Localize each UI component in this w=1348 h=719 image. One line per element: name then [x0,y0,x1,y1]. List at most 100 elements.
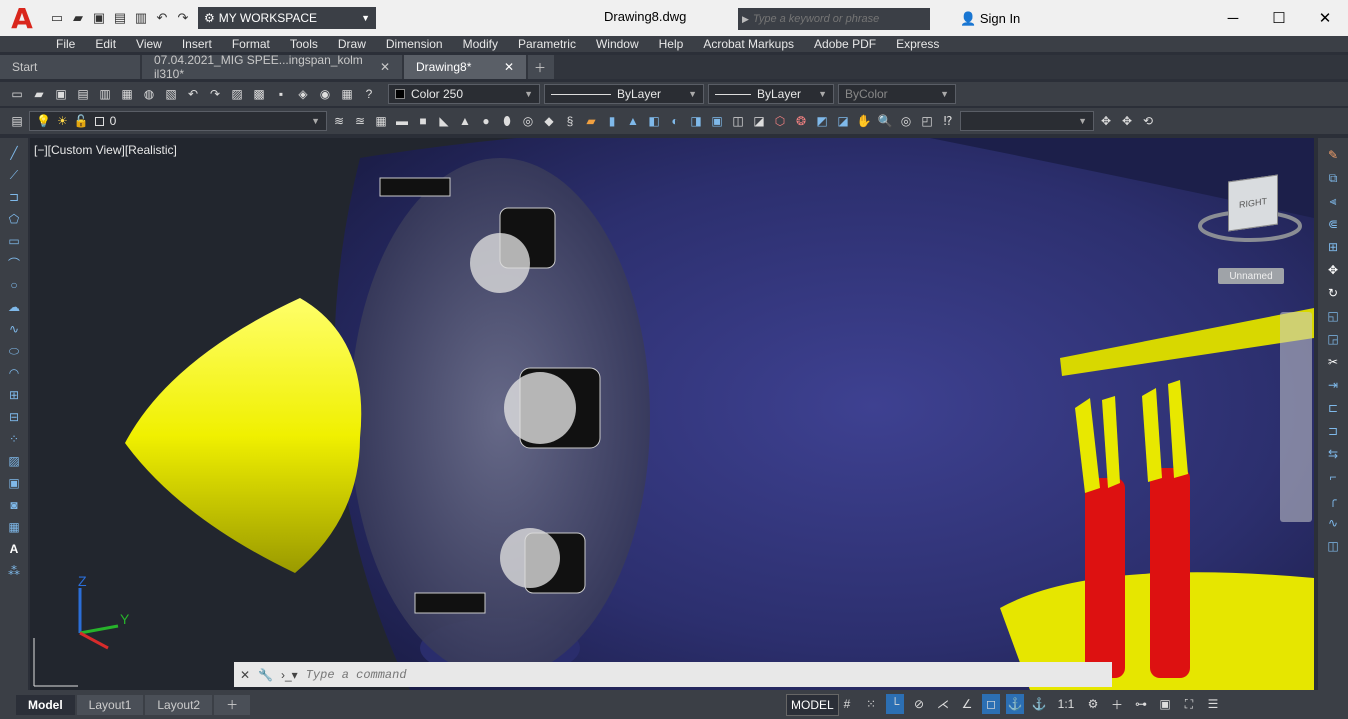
menu-parametric[interactable]: Parametric [518,37,576,51]
customize-menu-icon[interactable]: ☰ [1204,694,1222,714]
gradient-icon[interactable]: ▣ [5,474,23,492]
object-snap-icon[interactable]: ◻ [982,694,1000,714]
close-icon[interactable]: ✕ [380,60,390,74]
calculator-icon[interactable]: ▦ [338,85,356,103]
tab-layout1[interactable]: Layout1 [76,694,144,715]
minimize-icon[interactable]: ─ [1210,0,1256,36]
layer-dropdown[interactable]: 💡 ☀ 🔓 0 ▼ [29,111,327,131]
polyline-icon[interactable]: ⊐ [5,188,23,206]
revolve-icon[interactable]: ◐ [666,112,684,130]
ucs-menu[interactable]: Unnamed [1218,268,1284,284]
insert-block-icon[interactable]: ⊞ [5,386,23,404]
zoom-icon[interactable]: 🔍 [876,112,894,130]
offset-icon[interactable]: ⋐ [1324,215,1342,233]
ortho-icon[interactable]: └ [886,694,904,714]
menu-draw[interactable]: Draw [338,37,366,51]
tab-model[interactable]: Model [16,694,75,715]
maximize-icon[interactable]: ☐ [1256,0,1302,36]
annotation-visibility-icon[interactable]: ⚓ [1006,694,1024,714]
tool-palettes-icon[interactable]: ▪ [272,85,290,103]
array-icon[interactable]: ⊞ [1324,238,1342,256]
revision-cloud-icon[interactable]: ☁ [5,298,23,316]
ellipse-arc-icon[interactable]: ◠ [5,364,23,382]
chamfer-icon[interactable]: ⌐ [1324,468,1342,486]
circle-icon[interactable]: ○ [5,276,23,294]
help-icon[interactable]: ? [360,85,378,103]
plot-icon[interactable]: ▥ [132,9,150,27]
intersect-icon[interactable]: ◪ [750,112,768,130]
viewport-controls-label[interactable]: [−][Custom View][Realistic] [34,143,177,157]
plus-icon[interactable]: ＋ [1108,694,1126,714]
search-box[interactable]: ▶ [738,8,930,30]
preview-icon[interactable]: ▥ [96,85,114,103]
open-icon[interactable]: ▰ [69,9,87,27]
graphics-performance-icon[interactable]: ▣ [1156,694,1174,714]
slice-icon[interactable]: ❂ [792,112,810,130]
zoom-previous-icon[interactable]: ⁉ [939,112,957,130]
navigation-bar[interactable] [1280,312,1312,522]
hatch-icon[interactable]: ▨ [5,452,23,470]
layer-previous-icon[interactable]: ≊ [351,112,369,130]
linetype-dropdown[interactable]: ByLayer ▼ [544,84,704,104]
arc-icon[interactable]: ⌒ [5,254,23,272]
cone-icon[interactable]: ▲ [456,112,474,130]
new-icon[interactable]: ▭ [8,85,26,103]
torus-icon[interactable]: ◎ [519,112,537,130]
point-icon[interactable]: ⁘ [5,430,23,448]
open-icon[interactable]: ▰ [30,85,48,103]
menu-window[interactable]: Window [596,37,639,51]
region-icon[interactable]: ◙ [5,496,23,514]
erase-icon[interactable]: ✎ [1324,146,1342,164]
orbit-free-icon[interactable]: ✥ [1118,112,1136,130]
new-icon[interactable]: ▭ [48,9,66,27]
menu-insert[interactable]: Insert [182,37,212,51]
table-icon[interactable]: ▦ [5,518,23,536]
line-icon[interactable]: ╱ [5,144,23,162]
thicken-icon[interactable]: ◩ [813,112,831,130]
plot-icon[interactable]: ▤ [74,85,92,103]
menu-acrobat-markups[interactable]: Acrobat Markups [703,37,794,51]
make-block-icon[interactable]: ⊟ [5,408,23,426]
layer-properties-icon[interactable]: ▤ [8,112,26,130]
redo-icon[interactable]: ↷ [206,85,224,103]
pan-icon[interactable]: ✋ [855,112,873,130]
presspull-icon[interactable]: ▲ [624,112,642,130]
menu-adobe-pdf[interactable]: Adobe PDF [814,37,876,51]
orbit-continuous-icon[interactable]: ⟲ [1139,112,1157,130]
menu-dimension[interactable]: Dimension [386,37,443,51]
redo-icon[interactable]: ↷ [174,9,192,27]
3d-print-icon[interactable]: ◍ [140,85,158,103]
add-layout-button[interactable]: ＋ [214,694,251,715]
blend-curves-icon[interactable]: ∿ [1324,514,1342,532]
view-dropdown[interactable]: ▼ [960,111,1094,131]
rectangle-icon[interactable]: ▭ [5,232,23,250]
subtract-icon[interactable]: ◫ [729,112,747,130]
plotstyle-dropdown[interactable]: ByColor ▼ [838,84,956,104]
color-dropdown[interactable]: Color 250 ▼ [388,84,540,104]
sphere-icon[interactable]: ● [477,112,495,130]
gear-icon[interactable]: ⚙ [1084,694,1102,714]
menu-format[interactable]: Format [232,37,270,51]
join-icon[interactable]: ⇆ [1324,445,1342,463]
command-prompt-icon[interactable]: ›_▾ [281,668,298,682]
copy-icon[interactable]: ⧉ [1324,169,1342,187]
box-icon[interactable]: ■ [414,112,432,130]
annotation-scale-label[interactable]: 1:1 [1054,694,1078,714]
spline-icon[interactable]: ∿ [5,320,23,338]
construction-line-icon[interactable]: ⟋ [5,166,23,184]
properties-icon[interactable]: ▨ [228,85,246,103]
undo-icon[interactable]: ↶ [153,9,171,27]
menu-view[interactable]: View [136,37,162,51]
wedge-icon[interactable]: ◣ [435,112,453,130]
auto-scale-icon[interactable]: ⚓ [1030,694,1048,714]
isolate-icon[interactable]: ⊶ [1132,694,1150,714]
wrench-icon[interactable]: 🔧 [258,668,273,682]
grid-icon[interactable]: # [838,694,856,714]
design-center-icon[interactable]: ▩ [250,85,268,103]
close-icon[interactable]: ✕ [240,668,250,682]
menu-help[interactable]: Help [659,37,684,51]
sign-in-button[interactable]: 👤 Sign In [960,11,1020,27]
orbit-icon[interactable]: ◎ [897,112,915,130]
lineweight-dropdown[interactable]: ByLayer ▼ [708,84,834,104]
sweep-icon[interactable]: ◧ [645,112,663,130]
